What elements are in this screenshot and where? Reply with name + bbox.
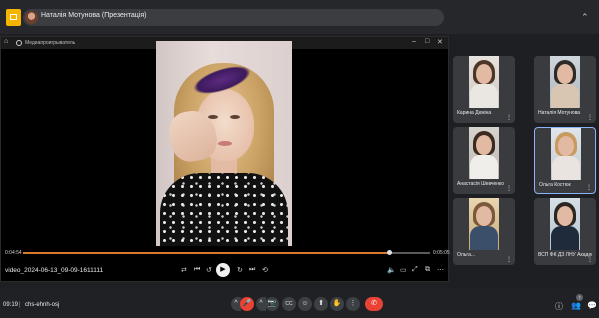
participant-tile[interactable]: Карина Дюкіна ⋮ bbox=[453, 56, 515, 123]
chevron-up-icon[interactable]: ⌃ bbox=[581, 12, 589, 23]
media-player-window: ⌂ Медиапроигрыватель – □ ✕ 0:04:54 0:05:… bbox=[0, 36, 450, 282]
participant-body bbox=[551, 84, 579, 108]
close-icon[interactable]: ✕ bbox=[437, 38, 443, 46]
shuffle-icon[interactable]: ⇄ bbox=[181, 266, 187, 274]
video-person-dress bbox=[160, 173, 288, 246]
seekbar-thumb[interactable] bbox=[386, 250, 392, 255]
participant-name: Наталія Мотунова bbox=[538, 110, 581, 116]
home-icon[interactable]: ⌂ bbox=[4, 38, 8, 45]
play-button[interactable]: ▶ bbox=[216, 263, 230, 277]
previous-icon[interactable]: ⏮ bbox=[194, 266, 200, 274]
participant-tile-active[interactable]: Ольга Костюк ⋮ bbox=[534, 127, 596, 194]
participant-body bbox=[470, 226, 498, 250]
participant-name: ВСП ФК ДЗ ЛНУ Академія bbox=[538, 252, 592, 258]
rewind-icon[interactable]: ↺ bbox=[206, 266, 212, 274]
video-person-eye bbox=[230, 115, 240, 119]
mic-off-button[interactable]: 🎤 bbox=[240, 297, 254, 311]
more-options-icon[interactable]: ⋮ bbox=[506, 114, 512, 121]
participant-face bbox=[557, 64, 573, 84]
minimize-icon[interactable]: – bbox=[412, 38, 416, 45]
more-options-icon[interactable]: ⋮ bbox=[506, 256, 512, 263]
next-icon[interactable]: ⏭ bbox=[249, 266, 255, 274]
media-window-title: Медиапроигрыватель bbox=[25, 40, 76, 46]
media-app-icon bbox=[16, 40, 22, 46]
participant-name: Анастасія Шевченко bbox=[457, 181, 505, 187]
fullscreen-icon[interactable]: ⤢ bbox=[412, 266, 418, 274]
emoji-button[interactable]: ☺ bbox=[298, 297, 312, 311]
raise-hand-button[interactable]: ✋ bbox=[330, 297, 344, 311]
info-icon[interactable]: ⓘ bbox=[555, 301, 563, 312]
present-button[interactable]: ⬆ bbox=[314, 297, 328, 311]
participant-body bbox=[551, 226, 579, 250]
volume-icon[interactable]: 🔈 bbox=[387, 266, 396, 274]
people-count-badge: 7 bbox=[576, 294, 583, 301]
participant-tile[interactable]: Наталія Мотунова ⋮ bbox=[534, 56, 596, 123]
time-total: 0:05:05 bbox=[433, 250, 450, 256]
maximize-icon[interactable]: □ bbox=[425, 38, 429, 45]
chat-icon[interactable]: 💬 bbox=[587, 301, 597, 310]
participant-name: Ольга Костюк bbox=[539, 182, 571, 188]
more-icon[interactable]: ⋯ bbox=[437, 266, 444, 274]
presenter-label: Наталія Мотунова (Презентація) bbox=[41, 12, 147, 19]
participant-face bbox=[476, 64, 492, 84]
participant-tile[interactable]: Ольга... ⋮ bbox=[453, 198, 515, 265]
video-person-lips bbox=[218, 141, 232, 146]
participant-name: Ольга... bbox=[457, 252, 476, 258]
participant-body bbox=[470, 155, 498, 179]
presenter-chip[interactable]: Наталія Мотунова (Презентація) bbox=[23, 9, 444, 26]
more-options-icon[interactable]: ⋮ bbox=[506, 185, 512, 192]
repeat-icon[interactable]: ⟲ bbox=[262, 266, 268, 274]
more-options-icon[interactable]: ⋮ bbox=[587, 114, 593, 121]
top-bar: Наталія Мотунова (Презентація) ⌃ bbox=[0, 0, 599, 34]
participant-face bbox=[476, 206, 492, 226]
participant-body bbox=[552, 156, 580, 180]
meeting-code: chs-ehnh-osj bbox=[25, 302, 60, 308]
miniplayer-icon[interactable]: ⧉ bbox=[425, 266, 430, 274]
forward-icon[interactable]: ↻ bbox=[237, 266, 243, 274]
clock: 09:19 bbox=[3, 302, 19, 308]
seekbar-progress bbox=[23, 252, 390, 254]
time-current: 0:04:54 bbox=[5, 250, 22, 256]
end-call-button[interactable]: ✆ bbox=[365, 297, 383, 311]
participant-face bbox=[557, 206, 573, 226]
participant-face bbox=[476, 135, 492, 155]
people-icon[interactable]: 👥 bbox=[571, 301, 581, 310]
more-options-icon[interactable]: ⋮ bbox=[587, 256, 593, 263]
participant-face bbox=[558, 136, 574, 156]
presenter-avatar bbox=[25, 11, 38, 24]
participant-name: Карина Дюкіна bbox=[457, 110, 492, 116]
more-options-button[interactable]: ⋮ bbox=[346, 297, 360, 311]
captions-button[interactable]: CC bbox=[282, 297, 296, 311]
file-name: video_2024-06-13_09-09-1611111 bbox=[5, 267, 104, 274]
slides-icon bbox=[6, 9, 21, 26]
more-options-icon[interactable]: ⋮ bbox=[586, 184, 592, 191]
cast-icon[interactable]: ▭ bbox=[400, 266, 407, 274]
participant-tile[interactable]: ВСП ФК ДЗ ЛНУ Академія ⋮ bbox=[534, 198, 596, 265]
video-frame[interactable] bbox=[156, 41, 292, 246]
seekbar[interactable] bbox=[23, 250, 430, 255]
camera-button[interactable]: 📷 bbox=[265, 297, 279, 311]
participant-tile[interactable]: Анастасія Шевченко ⋮ bbox=[453, 127, 515, 194]
separator: | bbox=[19, 302, 21, 308]
participant-body bbox=[470, 84, 498, 108]
